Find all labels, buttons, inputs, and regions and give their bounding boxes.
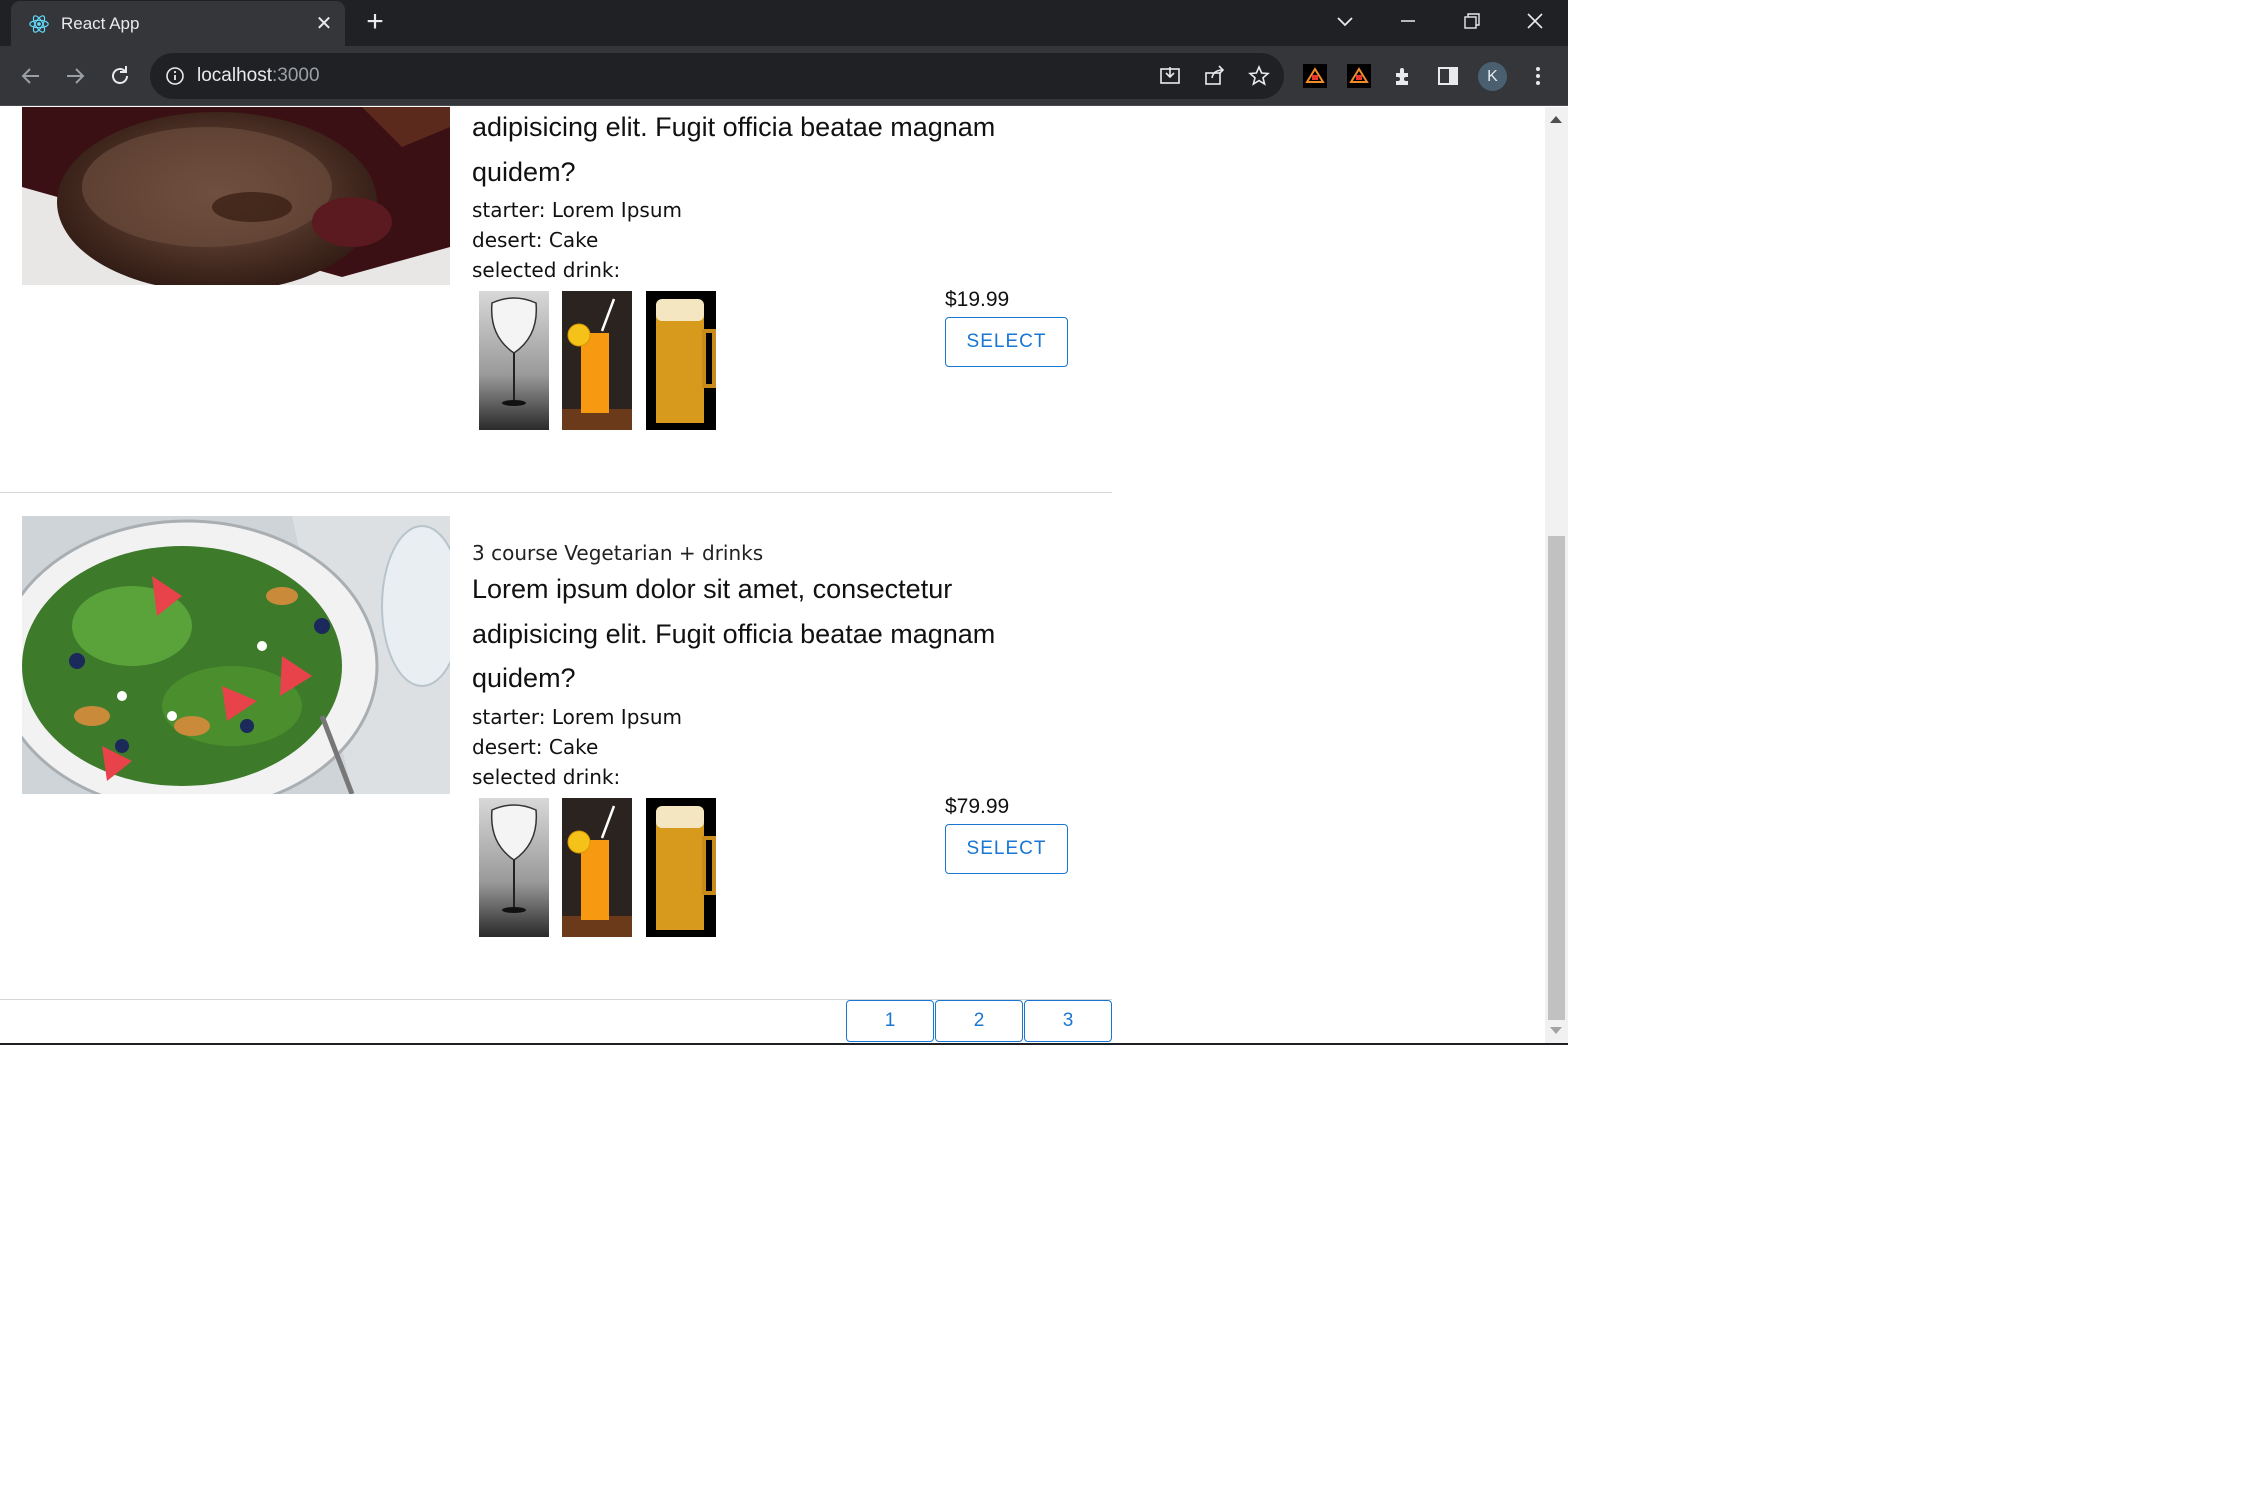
menu-starter: starter: Lorem Ipsum <box>472 198 682 222</box>
orange-juice-drink[interactable] <box>562 291 632 430</box>
scrollbar-thumb[interactable] <box>1548 536 1565 1020</box>
react-logo-icon <box>29 15 49 33</box>
tab-search-chevron-icon[interactable] <box>1330 8 1360 36</box>
vertical-scrollbar[interactable] <box>1545 107 1568 1043</box>
browser-tab-bar: React App ✕ + <box>0 0 1568 46</box>
beer-mug-drink[interactable] <box>646 291 716 430</box>
menu-desert: desert: Cake <box>472 228 599 252</box>
url-text[interactable]: localhost:3000 <box>197 65 320 87</box>
salad-photo <box>22 516 450 794</box>
close-window-icon[interactable] <box>1520 8 1550 36</box>
menu-desert: desert: Cake <box>472 735 599 759</box>
install-app-icon[interactable] <box>1158 64 1182 88</box>
minimize-icon[interactable] <box>1393 8 1423 36</box>
menu-description: adipisicing elit. Fugit officia beatae m… <box>472 112 996 187</box>
page-button-3[interactable]: 3 <box>1024 1000 1112 1042</box>
menu-drink-label: selected drink: <box>472 765 621 789</box>
wine-glass-drink[interactable] <box>479 798 549 937</box>
site-info-icon[interactable] <box>165 66 185 86</box>
steak-photo <box>22 107 450 285</box>
new-tab-icon[interactable]: + <box>362 7 388 37</box>
tab-close-icon[interactable]: ✕ <box>313 13 335 35</box>
extensions-puzzle-icon[interactable] <box>1392 64 1416 88</box>
menu-drink-label: selected drink: <box>472 258 621 282</box>
side-panel-icon[interactable] <box>1436 64 1460 88</box>
window-bottom-edge <box>0 1043 1568 1045</box>
browser-tab[interactable]: React App ✕ <box>11 1 345 46</box>
menu-price: $79.99 <box>945 795 1010 818</box>
beer-mug-drink[interactable] <box>646 798 716 937</box>
page-button-1[interactable]: 1 <box>846 1000 934 1042</box>
menu-subtitle: 3 course Vegetarian + drinks <box>472 541 764 565</box>
address-bar[interactable]: localhost:3000 <box>150 53 1284 99</box>
forward-icon[interactable] <box>61 62 89 90</box>
bookmark-star-icon[interactable] <box>1247 64 1271 88</box>
menu-starter: starter: Lorem Ipsum <box>472 705 682 729</box>
page-viewport: adipisicing elit. Fugit officia beatae m… <box>0 107 1545 1043</box>
select-button[interactable]: SELECT <box>945 824 1068 874</box>
wine-glass-drink[interactable] <box>479 291 549 430</box>
restore-icon[interactable] <box>1456 8 1486 36</box>
browser-menu-icon[interactable] <box>1526 64 1550 88</box>
browser-toolbar: localhost:3000 K <box>0 46 1568 106</box>
share-icon[interactable] <box>1203 64 1227 88</box>
menu-description: Lorem ipsum dolor sit amet, consectetur … <box>472 574 996 693</box>
menu-divider <box>0 492 1112 493</box>
scroll-down-arrow-icon[interactable] <box>1550 1027 1562 1034</box>
page-button-2[interactable]: 2 <box>935 1000 1023 1042</box>
reload-icon[interactable] <box>106 62 134 90</box>
orange-juice-drink[interactable] <box>562 798 632 937</box>
scroll-up-arrow-icon[interactable] <box>1550 116 1562 123</box>
extension-icon-1[interactable] <box>1303 64 1327 88</box>
select-button[interactable]: SELECT <box>945 317 1068 367</box>
tab-title: React App <box>61 14 140 33</box>
menu-price: $19.99 <box>945 288 1010 311</box>
back-icon[interactable] <box>17 62 45 90</box>
extension-icon-2[interactable] <box>1347 64 1371 88</box>
profile-avatar[interactable]: K <box>1478 62 1507 91</box>
